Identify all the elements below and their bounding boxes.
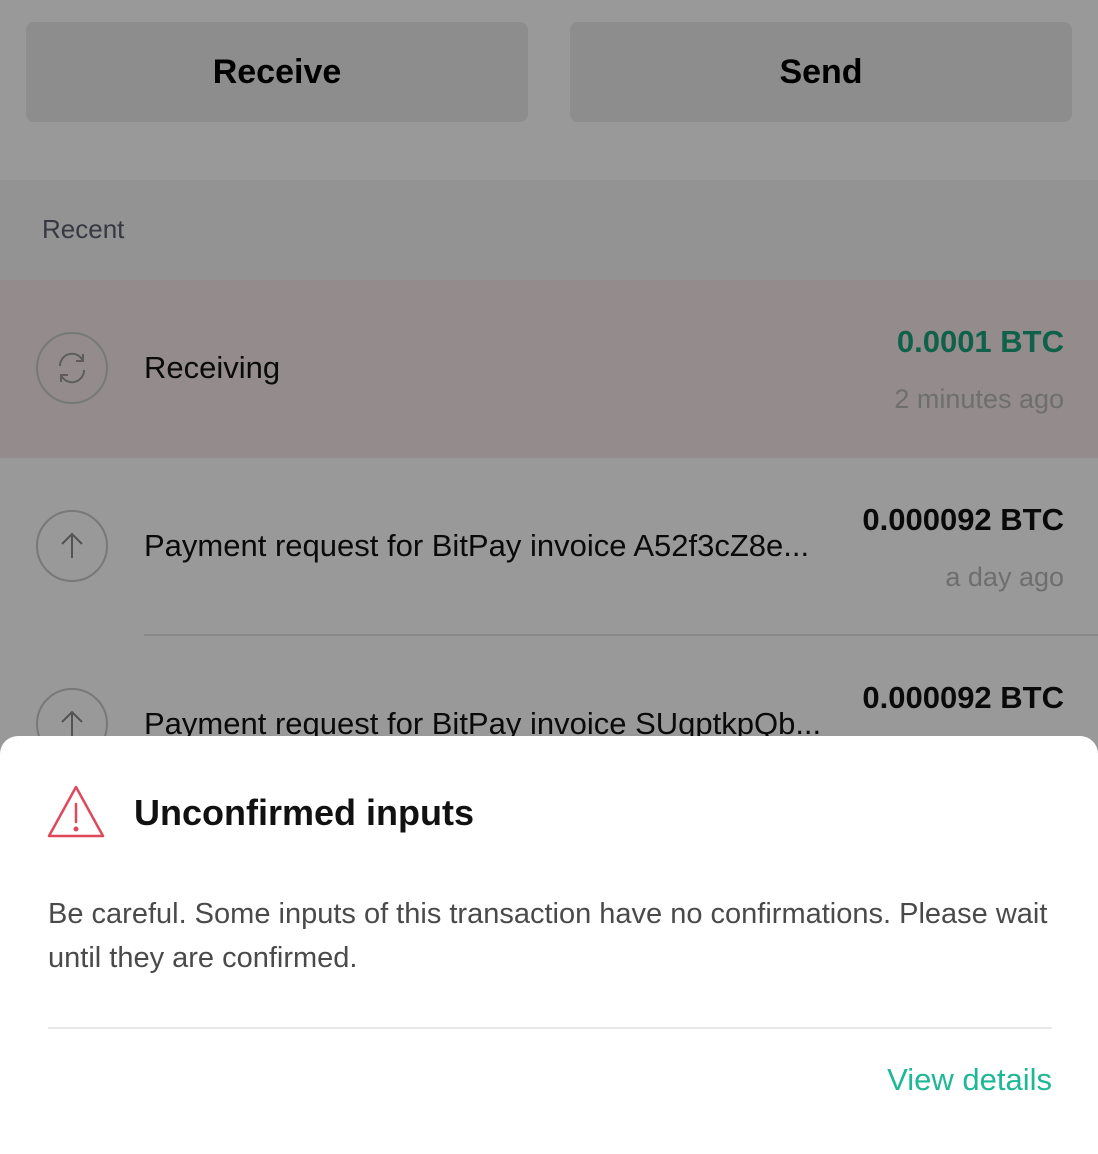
sheet-divider xyxy=(48,1027,1052,1029)
sheet-message: Be careful. Some inputs of this transact… xyxy=(48,898,1048,974)
view-details-button[interactable]: View details xyxy=(887,1062,1052,1098)
warning-triangle-icon xyxy=(47,785,105,838)
sheet-title: Unconfirmed inputs xyxy=(134,792,474,833)
unconfirmed-inputs-sheet: Unconfirmed inputs Be careful. Some inpu… xyxy=(0,736,1098,1154)
